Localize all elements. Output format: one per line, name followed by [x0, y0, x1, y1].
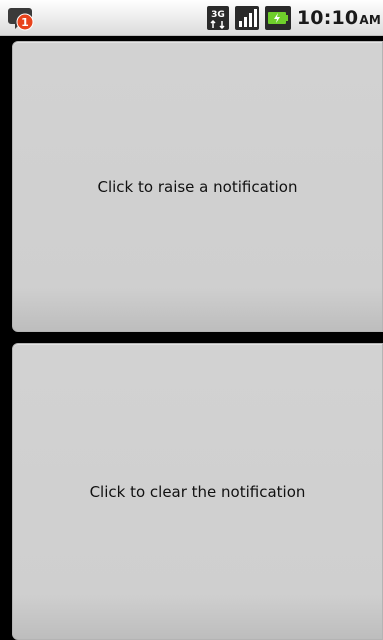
status-icons: 3G 10:10AM	[206, 4, 381, 32]
notification-count-badge: 1	[21, 16, 29, 29]
clock: 10:10AM	[297, 7, 381, 29]
clear-notification-button[interactable]: Click to clear the notification	[12, 343, 383, 640]
battery-charging-icon	[264, 6, 291, 30]
network-3g-icon: 3G	[206, 6, 229, 30]
raise-notification-label: Click to raise a notification	[97, 177, 298, 196]
clock-ampm: AM	[359, 13, 381, 27]
status-bar: 1 3G 10:10AM	[0, 0, 383, 36]
clock-time: 10:10	[296, 7, 359, 29]
clear-notification-label: Click to clear the notification	[89, 482, 306, 501]
raise-notification-button[interactable]: Click to raise a notification	[12, 41, 383, 332]
signal-strength-icon	[234, 6, 259, 30]
network-type-label: 3G	[211, 10, 225, 20]
app-content: Click to raise a notification Click to c…	[0, 36, 383, 640]
chat-notification-icon[interactable]: 1	[8, 6, 42, 32]
